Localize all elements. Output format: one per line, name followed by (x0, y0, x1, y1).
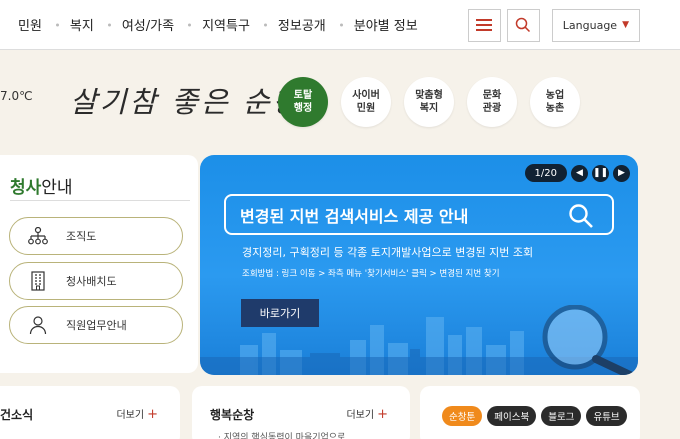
menu-item-field-info[interactable]: 분야별 정보 (340, 15, 432, 34)
tab-youtube[interactable]: 유튜브 (586, 406, 627, 426)
menu-button[interactable] (467, 8, 501, 42)
magnifier-icon (569, 204, 593, 228)
prev-icon[interactable]: ◀ (571, 164, 588, 182)
quick-link-culture-tourism[interactable]: 문화 관광 (467, 77, 517, 127)
menu-item-special-zone[interactable]: 지역특구 (188, 15, 264, 34)
header-tools: Language ▼ (467, 0, 640, 50)
news-more-link[interactable]: 더보기 + (116, 406, 158, 422)
pause-icon[interactable]: ❚❚ (592, 164, 609, 182)
tab-blog[interactable]: 블로그 (541, 406, 582, 426)
plus-icon: + (147, 407, 158, 422)
panel-title: 청사안내 (10, 178, 73, 198)
staff-duty-label: 직원업무안내 (66, 319, 127, 332)
banner-description: 조회방법 : 링크 이동 > 좌측 메뉴 '찾기서비스' 클릭 > 변경된 지번… (242, 269, 500, 279)
main-menu: 민원 복지 여성/가족 지역특구 정보공개 분야별 정보 (0, 0, 432, 49)
floor-plan-label: 청사배치도 (66, 275, 117, 288)
banner-headline-box: 변경된 지번 검색서비스 제공 안내 (224, 194, 614, 235)
menu-item-minwon[interactable]: 민원 (0, 15, 56, 34)
floor-plan-button[interactable]: 청사배치도 (9, 262, 183, 300)
news-card: 건소식 더보기 + (0, 386, 180, 439)
plus-icon: + (377, 407, 388, 422)
building-icon (10, 271, 66, 291)
staff-duty-button[interactable]: 직원업무안내 (9, 306, 183, 344)
sns-tabs: 순창툰 페이스북 블로그 유튜브 (442, 406, 627, 426)
org-chart-button[interactable]: 조직도 (9, 217, 183, 255)
banner-headline: 변경된 지번 검색서비스 제공 안내 (240, 206, 469, 226)
hamburger-icon (476, 19, 493, 31)
search-icon (516, 17, 531, 33)
menu-item-welfare[interactable]: 복지 (56, 15, 108, 34)
happy-sunchang-card: 행복순창 더보기 + · 지역의 핵심동력이 마을기업으로 (192, 386, 410, 439)
org-chart-icon (10, 227, 66, 245)
tab-facebook[interactable]: 페이스북 (487, 406, 537, 426)
menu-item-info-disclosure[interactable]: 정보공개 (264, 15, 340, 34)
main-banner[interactable]: 1/20 ◀ ❚❚ ▶ 변경된 지번 검색서비스 제공 안내 경지정리, 구획정… (200, 155, 638, 375)
quick-links: 토탈 행정 사이버 민원 맞춤형 복지 문화 관광 농업 농촌 (278, 77, 580, 127)
happy-card-item[interactable]: · 지역의 핵심동력이 마을기업으로 (218, 430, 345, 439)
banner-controls: 1/20 ◀ ❚❚ ▶ (524, 164, 630, 182)
news-card-title: 건소식 (0, 408, 34, 422)
office-guide-panel: 청사안내 조직도 청사배치도 직원업무안내 (0, 155, 198, 373)
next-icon[interactable]: ▶ (613, 164, 630, 182)
org-chart-label: 조직도 (66, 230, 97, 243)
search-button[interactable] (506, 8, 540, 42)
divider (10, 200, 190, 201)
person-icon (10, 315, 66, 335)
quick-link-agriculture[interactable]: 농업 농촌 (530, 77, 580, 127)
site-logo[interactable]: 살기참 좋은 순창 (70, 79, 302, 121)
header-band: 7.0℃ 살기참 좋은 순창 토탈 행정 사이버 민원 맞춤형 복지 문화 관광… (0, 51, 680, 151)
quick-link-custom-welfare[interactable]: 맞춤형 복지 (404, 77, 454, 127)
tab-sunchangtoon[interactable]: 순창툰 (442, 406, 483, 426)
banner-subtext: 경지정리, 구획정리 등 각종 토지개발사업으로 변경된 지번 조회 (242, 246, 534, 259)
quick-link-cyber-minwon[interactable]: 사이버 민원 (341, 77, 391, 127)
city-skyline-illustration (200, 305, 638, 375)
menu-item-women-family[interactable]: 여성/가족 (108, 15, 188, 34)
happy-more-link[interactable]: 더보기 + (346, 406, 388, 422)
happy-card-title: 행복순창 (210, 408, 255, 422)
caret-down-icon: ▼ (622, 20, 629, 30)
language-label: Language (562, 18, 618, 32)
sns-card: 순창툰 페이스북 블로그 유튜브 (420, 386, 640, 439)
language-select[interactable]: Language ▼ (551, 8, 640, 42)
quick-link-total-admin[interactable]: 토탈 행정 (278, 77, 328, 127)
top-navigation: 민원 복지 여성/가족 지역특구 정보공개 분야별 정보 Language ▼ (0, 0, 680, 50)
temperature-readout: 7.0℃ (0, 89, 33, 103)
banner-counter: 1/20 (524, 164, 567, 182)
